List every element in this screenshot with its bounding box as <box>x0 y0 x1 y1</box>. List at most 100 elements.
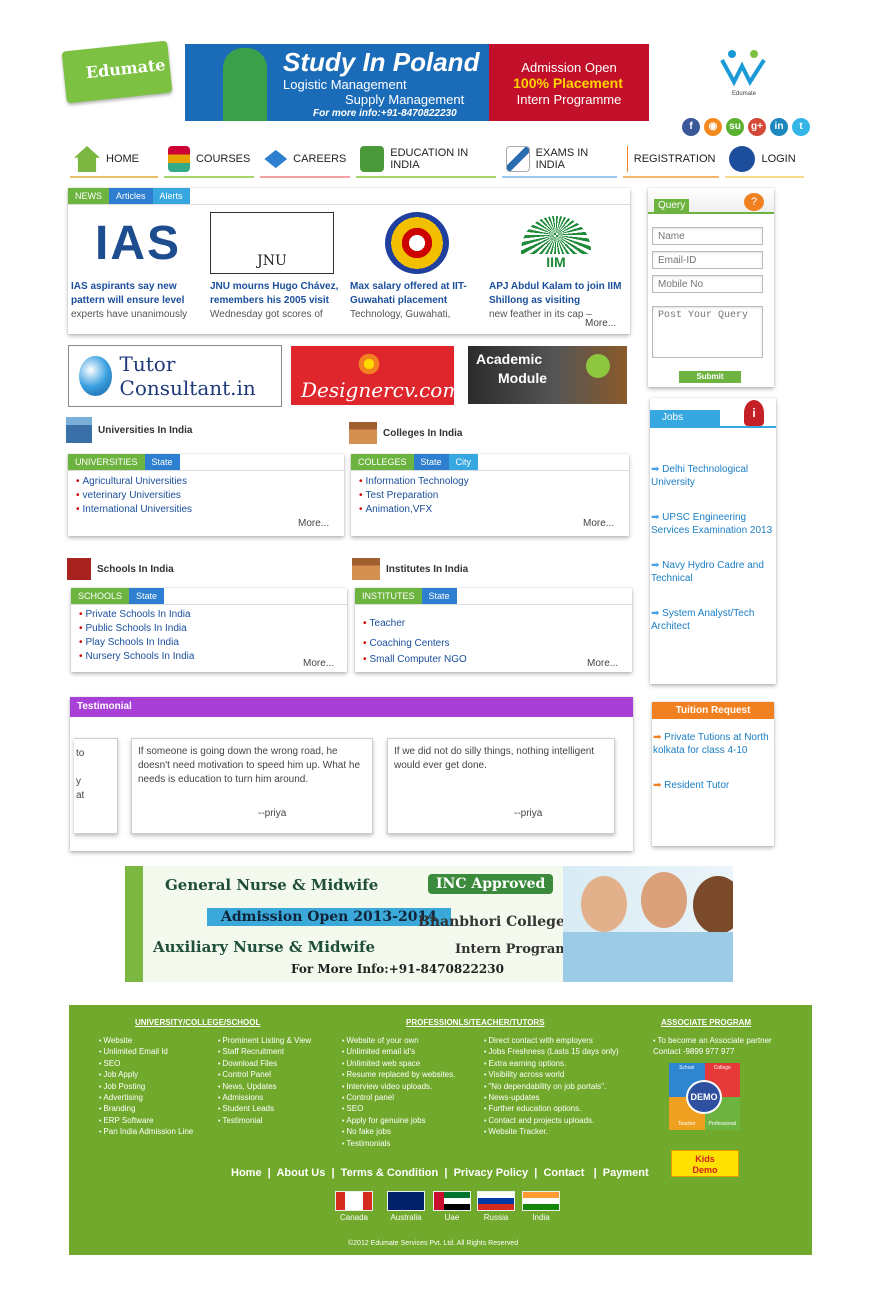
tab-state[interactable]: State <box>421 588 457 604</box>
flag-australia[interactable]: Australia <box>387 1191 425 1222</box>
list-item[interactable]: Animation,VFX <box>359 503 621 517</box>
job-link[interactable]: Delhi Technological University <box>651 463 775 489</box>
nurse-midwife-banner[interactable]: General Nurse & Midwife INC Approved Adm… <box>125 866 733 982</box>
testimonial-card-partial: to y at <box>74 738 118 834</box>
nav-education-in-india[interactable]: EDUCATION IN INDIA <box>356 142 496 178</box>
list-item: Jobs Freshness (Lasts 15 days only) <box>484 1047 618 1058</box>
footer-link-home[interactable]: Home <box>231 1167 262 1179</box>
book-icon <box>360 146 385 172</box>
list-item[interactable]: Public Schools In India <box>79 622 339 636</box>
job-link[interactable]: Navy Hydro Cadre and Technical <box>651 559 775 585</box>
news-item[interactable]: IIM APJ Abdul Kalam to join IIM Shillong… <box>489 212 623 322</box>
flag-india[interactable]: India <box>522 1191 560 1222</box>
flag-canada[interactable]: Canada <box>335 1191 373 1222</box>
list-item[interactable]: Small Computer NGO <box>363 654 624 666</box>
list-item[interactable]: veterinary Universities <box>76 489 336 503</box>
news-item[interactable]: Max salary offered at IIT-Guwahati place… <box>350 212 484 322</box>
list-item: Admissions <box>218 1093 311 1104</box>
mobile-field[interactable] <box>652 275 763 293</box>
tab-articles[interactable]: Articles <box>109 188 153 204</box>
twitter-icon[interactable]: t <box>792 118 810 136</box>
rss-icon[interactable]: ◉ <box>704 118 722 136</box>
query-header: Query ? <box>648 188 774 214</box>
edumate-right-logo[interactable]: Edumate <box>716 46 772 97</box>
google-plus-icon[interactable]: g+ <box>748 118 766 136</box>
list-item[interactable]: Teacher <box>363 614 624 634</box>
demo-badge[interactable]: School College Teacher Professional DEMO <box>669 1063 740 1130</box>
banner-title: Study In Poland <box>283 47 480 77</box>
news-item[interactable]: IAS IAS aspirants say new pattern will e… <box>71 212 205 322</box>
apple-icon <box>586 354 610 378</box>
tab-state[interactable]: State <box>413 454 449 470</box>
nav-exams-in-india[interactable]: EXAMS IN INDIA <box>501 142 618 178</box>
college-name: Bhanbhori College <box>418 914 565 930</box>
study-in-poland-banner[interactable]: Study In Poland Logistic Management Supp… <box>185 44 649 121</box>
list-item[interactable]: Test Preparation <box>359 489 621 503</box>
footer-link-privacy[interactable]: Privacy Policy <box>454 1167 529 1179</box>
tab-alerts[interactable]: Alerts <box>152 188 190 204</box>
tab-schools[interactable]: SCHOOLS <box>71 588 130 604</box>
tab-state[interactable]: State <box>144 454 180 470</box>
tab-colleges[interactable]: COLLEGES <box>351 454 414 470</box>
jobs-header: Jobs i <box>650 398 776 428</box>
stumbleupon-icon[interactable]: su <box>726 118 744 136</box>
tuition-link[interactable]: Resident Tutor <box>653 779 773 792</box>
tuition-link[interactable]: Private Tutions at North kolkata for cla… <box>653 731 773 757</box>
list-item: Apply for genuine jobs <box>342 1116 455 1127</box>
tab-news[interactable]: NEWS <box>68 188 109 204</box>
job-link[interactable]: UPSC Engineering Services Examination 20… <box>651 511 775 537</box>
tab-institutes[interactable]: INSTITUTES <box>355 588 422 604</box>
tutor-consultant-ad[interactable]: Tutor Consultant.in <box>68 345 282 407</box>
nav-registration[interactable]: REGISTRATION <box>623 142 720 178</box>
canada-flag-icon <box>335 1191 373 1211</box>
edumate-logo[interactable]: Edumate <box>61 40 173 104</box>
tab-state[interactable]: State <box>129 588 165 604</box>
footer-link-about[interactable]: About Us <box>276 1167 325 1179</box>
flag-russia[interactable]: Russia <box>477 1191 515 1222</box>
footer-col2b-list: Direct contact with employers Jobs Fresh… <box>484 1036 619 1139</box>
list-item[interactable]: Private Schools In India <box>79 608 339 622</box>
footer-col3-title[interactable]: ASSOCIATE PROGRAM <box>661 1018 751 1027</box>
admission-open-badge: Admission Open 2013-2014 <box>207 908 451 926</box>
nav-courses[interactable]: COURSES <box>164 142 255 178</box>
submit-button[interactable]: Submit <box>679 371 741 383</box>
nav-home[interactable]: HOME <box>70 142 159 178</box>
kids-demo-button[interactable]: Kids Demo <box>671 1150 739 1177</box>
list-item[interactable]: Play Schools In India <box>79 636 339 650</box>
news-more-link[interactable]: More... <box>585 318 616 329</box>
academic-module-ad[interactable]: Academic Module <box>468 346 627 404</box>
email-field[interactable] <box>652 251 763 269</box>
footer-link-payment[interactable]: Payment <box>603 1167 649 1179</box>
facebook-icon[interactable]: f <box>682 118 700 136</box>
designercv-ad[interactable]: Designercv.com <box>291 346 461 405</box>
flag-uae[interactable]: Uae <box>433 1191 471 1222</box>
schools-more-link[interactable]: More... <box>303 658 334 666</box>
footer-link-terms[interactable]: Terms & Condition <box>341 1167 439 1179</box>
footer-col1-title[interactable]: UNIVERSITY/COLLEGE/SCHOOL <box>135 1018 260 1027</box>
ias-logo-image: IAS <box>71 212 205 274</box>
list-item: Website <box>99 1036 193 1047</box>
news-item[interactable]: JNU JNU mourns Hugo Chávez, remembers hi… <box>210 212 344 322</box>
footer-col2-title[interactable]: PROFESSIONLS/TEACHER/TUTORS <box>406 1018 545 1027</box>
tab-universities[interactable]: UNIVERSITIES <box>68 454 145 470</box>
footer-link-contact[interactable]: Contact <box>543 1167 584 1179</box>
universities-more-link[interactable]: More... <box>298 518 329 529</box>
list-item[interactable]: Nursery Schools In India <box>79 650 339 664</box>
colleges-more-link[interactable]: More... <box>583 518 614 529</box>
name-field[interactable] <box>652 227 763 245</box>
news-desc: experts have unanimously <box>71 309 188 320</box>
list-item[interactable]: Information Technology <box>359 475 621 489</box>
list-item: News-updates <box>484 1093 619 1104</box>
query-textarea[interactable] <box>652 306 763 358</box>
nav-login[interactable]: LOGIN <box>725 142 804 178</box>
right-logo-caption: Edumate <box>731 91 756 97</box>
list-item[interactable]: Coaching Centers <box>363 634 624 654</box>
list-item[interactable]: Agricultural Universities <box>76 475 336 489</box>
banner-person <box>223 48 267 121</box>
linkedin-icon[interactable]: in <box>770 118 788 136</box>
institutes-more-link[interactable]: More... <box>587 658 618 666</box>
job-link[interactable]: System Analyst/Tech Architect <box>651 607 775 633</box>
list-item[interactable]: International Universities <box>76 503 336 517</box>
tab-city[interactable]: City <box>448 454 479 470</box>
nav-careers[interactable]: CAREERS <box>260 142 351 178</box>
